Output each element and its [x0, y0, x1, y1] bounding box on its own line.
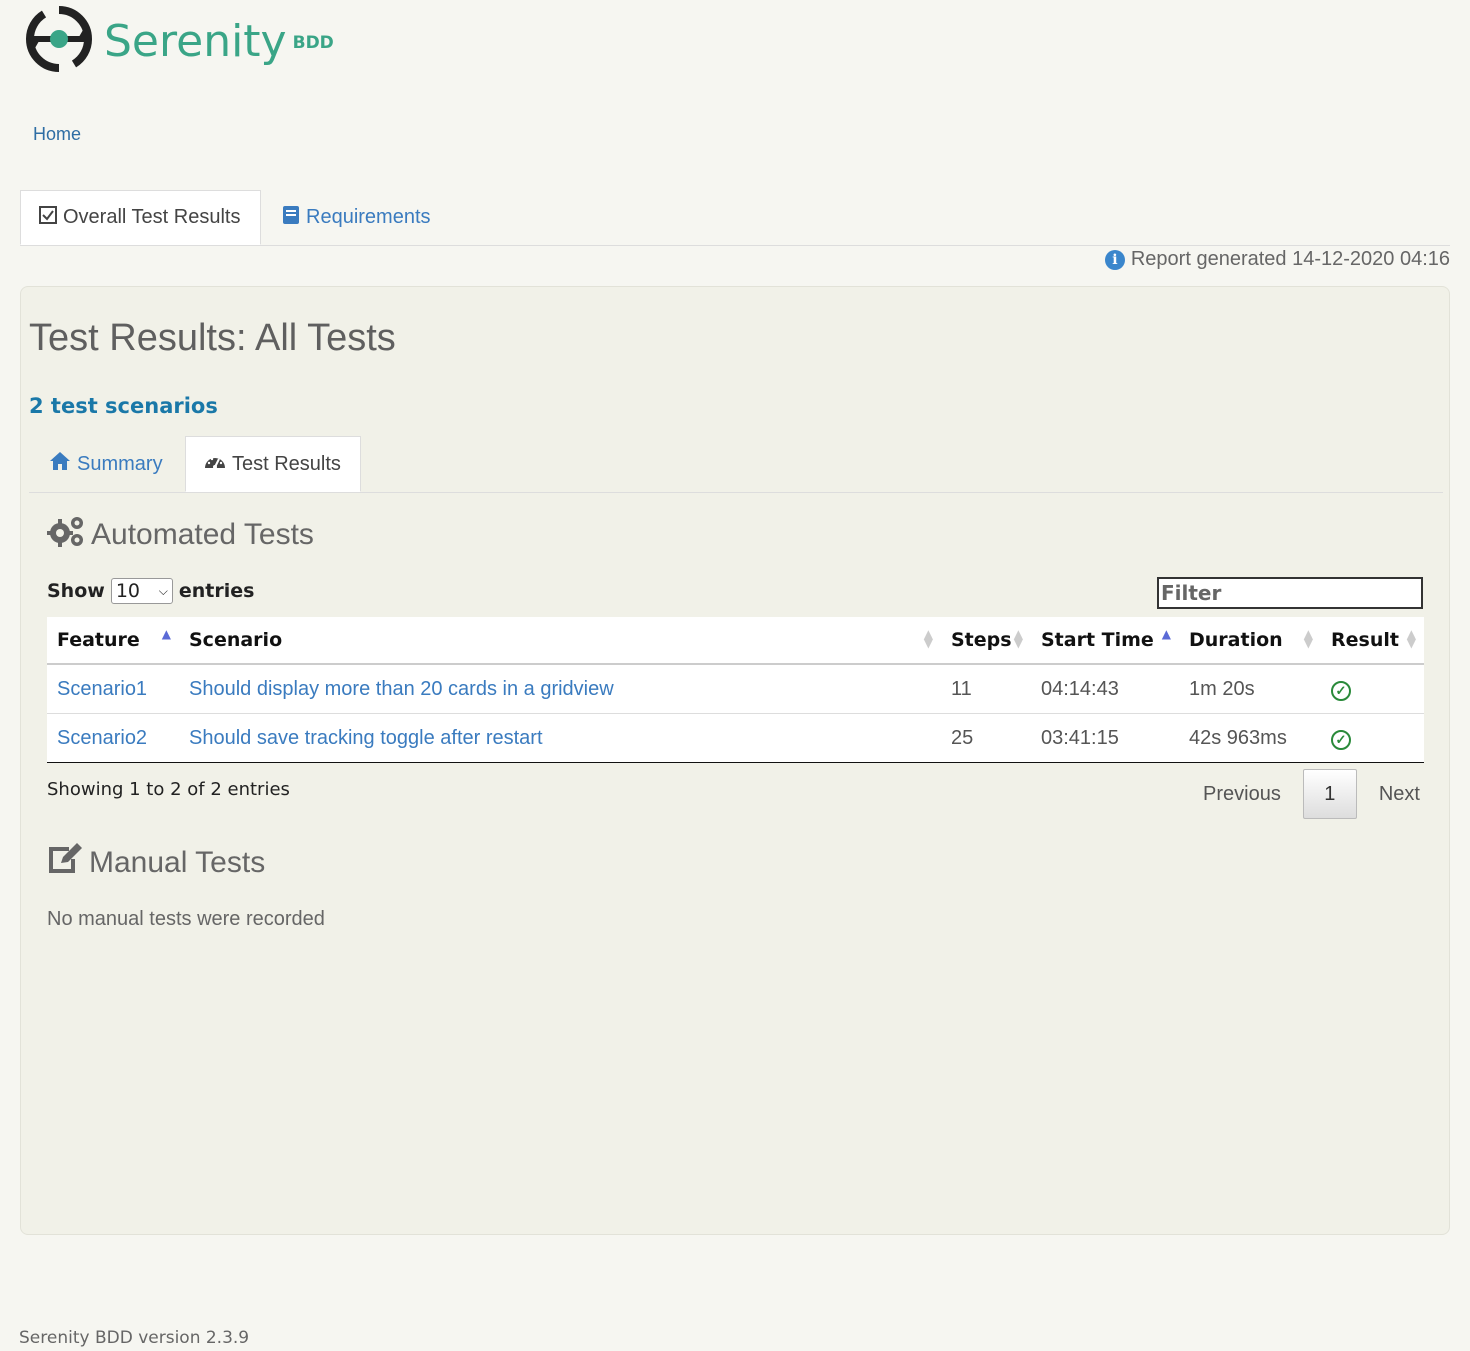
scenario-link[interactable]: Should display more than 20 cards in a g…	[179, 663, 941, 714]
tab-test-results-label: Test Results	[232, 452, 341, 475]
entries-select-value: 10	[115, 580, 141, 602]
column-steps-label: Steps	[951, 629, 1012, 651]
page-1-button[interactable]: 1	[1302, 769, 1357, 819]
steps-cell: 11	[941, 663, 1031, 714]
check-circle-icon: ✓	[1331, 680, 1351, 701]
column-result-label: Result	[1331, 629, 1399, 651]
checkbox-icon	[39, 205, 57, 230]
sort-icon: ▲	[1161, 627, 1171, 641]
logo-text: Serenity	[104, 16, 287, 67]
entries-label: entries	[178, 580, 255, 602]
next-button[interactable]: Next	[1357, 783, 1442, 806]
tab-summary[interactable]: Summary	[49, 436, 163, 492]
column-scenario-label: Scenario	[189, 629, 283, 651]
logo-sub: BDD	[292, 33, 334, 53]
table-row: Scenario2 Should save tracking toggle af…	[47, 713, 1424, 763]
column-feature[interactable]: Feature ▲	[47, 617, 179, 665]
column-duration[interactable]: Duration ▲ ▼	[1179, 617, 1321, 665]
scenario-link[interactable]: Should save tracking toggle after restar…	[179, 713, 941, 763]
duration-cell: 42s 963ms	[1179, 713, 1321, 763]
sort-icon: ▲ ▼	[1013, 627, 1023, 650]
dashboard-icon	[204, 452, 226, 476]
footer-version: Serenity BDD version 2.3.9	[19, 1328, 250, 1348]
manual-tests-heading: Manual Tests	[47, 843, 265, 883]
start-time-cell: 03:41:15	[1031, 713, 1179, 763]
report-generated-text: Report generated 14-12-2020 04:16	[1130, 248, 1450, 270]
tab-test-results[interactable]: Test Results	[185, 436, 361, 492]
previous-button[interactable]: Previous	[1181, 783, 1303, 806]
show-entries: Show 10 ⌵ entries	[47, 578, 254, 604]
result-cell: ✓	[1321, 663, 1424, 714]
feature-link[interactable]: Scenario1	[47, 663, 179, 714]
start-time-cell: 04:14:43	[1031, 663, 1179, 714]
tab-requirements-label: Requirements	[306, 206, 431, 228]
serenity-logo-icon	[26, 6, 92, 72]
entries-select[interactable]: 10 ⌵	[110, 578, 173, 604]
edit-icon	[47, 843, 83, 883]
results-panel: Test Results: All Tests 2 test scenarios…	[20, 286, 1450, 1235]
duration-cell: 1m 20s	[1179, 663, 1321, 714]
automated-tests-title: Automated Tests	[91, 518, 314, 551]
column-steps[interactable]: Steps ▲ ▼	[941, 617, 1031, 665]
tab-summary-label: Summary	[77, 452, 163, 475]
gears-icon	[47, 515, 85, 555]
column-result[interactable]: Result ▲ ▼	[1321, 617, 1424, 665]
chevron-down-icon: ⌵	[158, 583, 168, 598]
result-cell: ✓	[1321, 713, 1424, 763]
sort-icon: ▲	[161, 627, 171, 641]
column-start-time-label: Start Time	[1041, 629, 1154, 651]
tab-overall-test-results[interactable]: Overall Test Results	[20, 190, 261, 245]
inner-tabs: Summary Test Results	[29, 436, 1443, 493]
home-icon	[49, 451, 71, 477]
feature-link[interactable]: Scenario2	[47, 713, 179, 763]
tab-overall-label: Overall Test Results	[63, 206, 241, 228]
report-generated: i Report generated 14-12-2020 04:16	[1104, 248, 1450, 271]
showing-entries: Showing 1 to 2 of 2 entries	[47, 779, 290, 800]
serenity-logo: Serenity BDD	[26, 6, 334, 76]
column-duration-label: Duration	[1189, 629, 1283, 651]
steps-cell: 25	[941, 713, 1031, 763]
table-row: Scenario1 Should display more than 20 ca…	[47, 663, 1424, 714]
automated-tests-heading: Automated Tests	[47, 515, 314, 555]
manual-tests-empty: No manual tests were recorded	[47, 908, 325, 930]
scenario-count: 2 test scenarios	[29, 394, 218, 418]
column-start-time[interactable]: Start Time ▲	[1031, 617, 1179, 665]
sort-icon: ▲ ▼	[1303, 627, 1313, 650]
filter-input[interactable]: Filter	[1157, 577, 1423, 609]
breadcrumb-home[interactable]: Home	[33, 124, 81, 145]
automated-tests-table: Feature ▲ Scenario ▲ ▼ Steps ▲ ▼ Start Time ▲ …	[47, 617, 1424, 763]
book-icon	[282, 205, 300, 231]
sort-icon: ▲ ▼	[1406, 627, 1416, 650]
pagination: Previous 1 Next	[1181, 769, 1442, 819]
column-feature-label: Feature	[57, 629, 140, 651]
show-label: Show	[47, 580, 105, 602]
top-tabs: Overall Test Results Requirements	[20, 190, 1450, 246]
tab-requirements[interactable]: Requirements	[282, 190, 431, 245]
manual-tests-title: Manual Tests	[89, 846, 266, 879]
sort-icon: ▲ ▼	[923, 627, 933, 650]
page-title: Test Results: All Tests	[29, 317, 396, 359]
column-scenario[interactable]: Scenario ▲ ▼	[179, 617, 941, 665]
info-icon: i	[1104, 249, 1125, 270]
check-circle-icon: ✓	[1331, 729, 1351, 750]
